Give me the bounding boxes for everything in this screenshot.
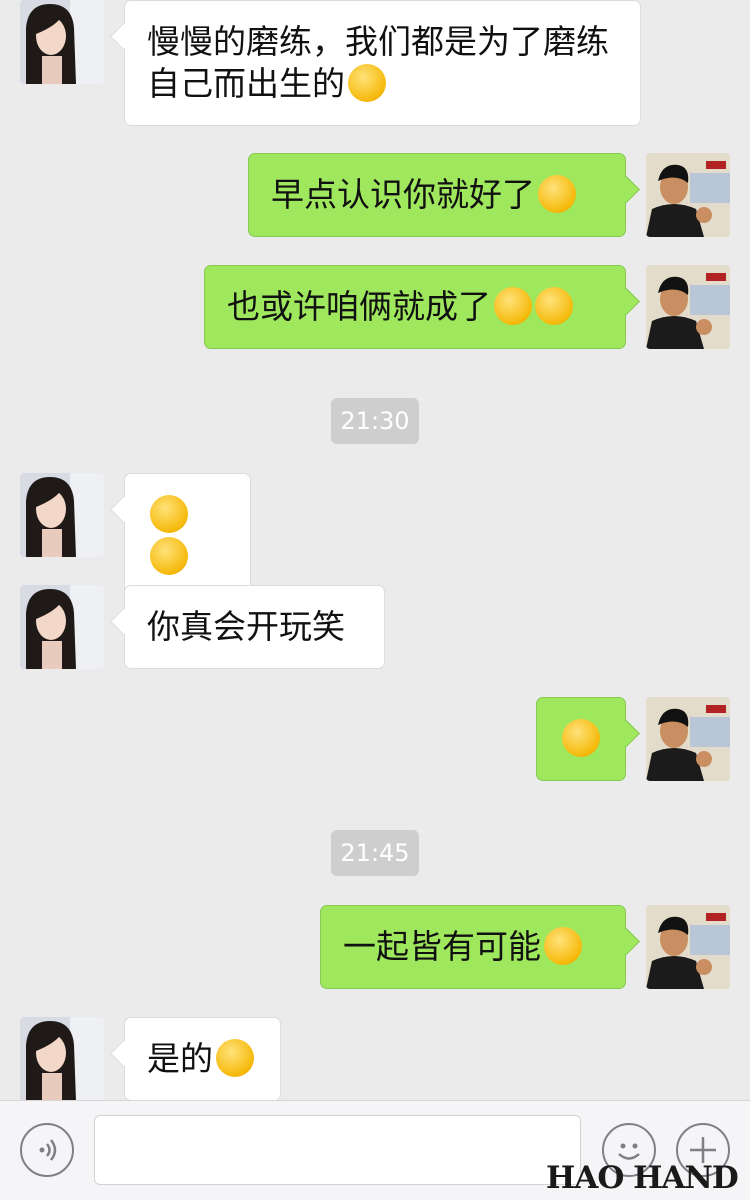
female-avatar-image bbox=[20, 0, 104, 84]
sent-bubble[interactable]: 早点认识你就好了 bbox=[248, 153, 626, 237]
sent-bubble[interactable] bbox=[536, 697, 626, 781]
sent-bubble[interactable]: 一起皆有可能 bbox=[320, 905, 626, 989]
message-text: 早点认识你就好了 bbox=[271, 175, 535, 214]
grin-emoji bbox=[494, 287, 532, 325]
received-bubble[interactable]: 慢慢的磨练，我们都是为了磨练自己而出生的 bbox=[124, 0, 641, 126]
female-avatar-image bbox=[20, 473, 104, 557]
male-avatar-image bbox=[646, 697, 730, 781]
grin-emoji bbox=[348, 64, 386, 102]
contact-avatar[interactable] bbox=[20, 473, 104, 557]
message-text: 你真会开玩笑 bbox=[147, 607, 345, 646]
male-avatar-image bbox=[646, 905, 730, 989]
user-avatar[interactable] bbox=[646, 153, 730, 237]
chat-area: 慢慢的磨练，我们都是为了磨练自己而出生的 早点认识你就好了 也或许咱俩就成了 2… bbox=[0, 0, 750, 1100]
watermark-text: HAO HAND bbox=[546, 1160, 739, 1196]
grin-emoji bbox=[535, 287, 573, 325]
facepalm-emoji bbox=[538, 175, 576, 213]
male-avatar-image bbox=[646, 153, 730, 237]
timestamp: 21:30 bbox=[331, 398, 419, 444]
wink-tongue-emoji bbox=[562, 719, 600, 757]
facepalm-emoji bbox=[150, 537, 188, 575]
user-avatar[interactable] bbox=[646, 265, 730, 349]
female-avatar-image bbox=[20, 1017, 104, 1100]
message-input[interactable] bbox=[94, 1115, 581, 1185]
contact-avatar[interactable] bbox=[20, 0, 104, 84]
user-avatar[interactable] bbox=[646, 697, 730, 781]
message-text: 是的 bbox=[147, 1039, 213, 1078]
user-avatar[interactable] bbox=[646, 905, 730, 989]
female-avatar-image bbox=[20, 585, 104, 669]
grin-emoji bbox=[544, 927, 582, 965]
message-text: 一起皆有可能 bbox=[343, 927, 541, 966]
voice-icon bbox=[39, 1139, 57, 1161]
received-bubble[interactable]: 是的 bbox=[124, 1017, 281, 1100]
received-bubble[interactable] bbox=[124, 473, 251, 599]
message-text: 也或许咱俩就成了 bbox=[227, 287, 491, 326]
contact-avatar[interactable] bbox=[20, 1017, 104, 1100]
male-avatar-image bbox=[646, 265, 730, 349]
grin-emoji bbox=[216, 1039, 254, 1077]
received-bubble[interactable]: 你真会开玩笑 bbox=[124, 585, 385, 669]
timestamp: 21:45 bbox=[331, 830, 419, 876]
watermark-logo: HAO HAND bbox=[546, 1160, 746, 1196]
voice-button[interactable] bbox=[20, 1123, 74, 1177]
facepalm-emoji bbox=[150, 495, 188, 533]
contact-avatar[interactable] bbox=[20, 585, 104, 669]
sent-bubble[interactable]: 也或许咱俩就成了 bbox=[204, 265, 626, 349]
